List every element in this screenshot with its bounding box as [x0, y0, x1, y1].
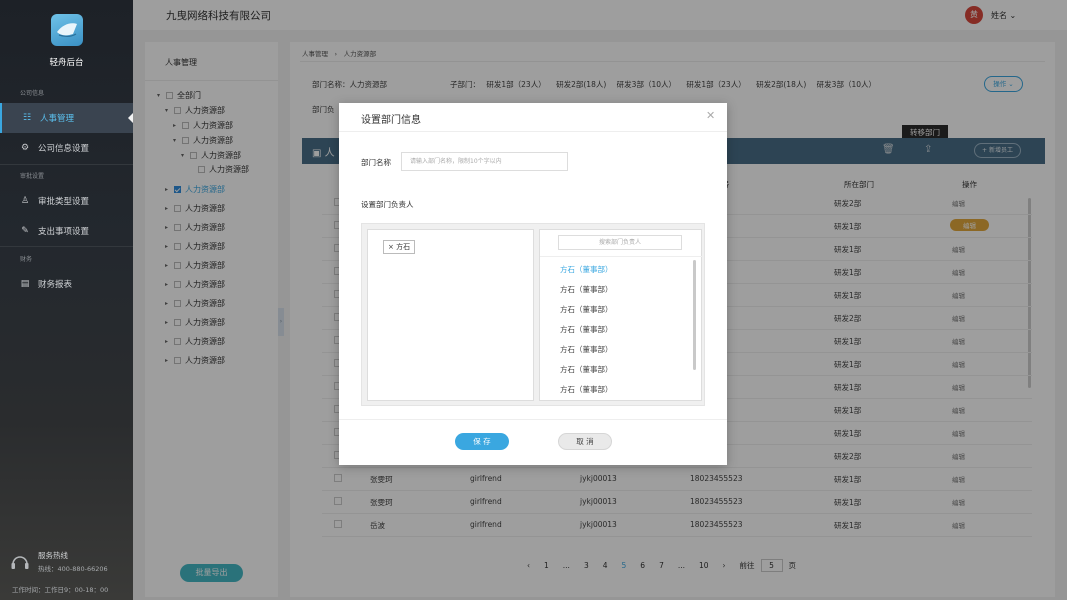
sidebar-item-approval-types[interactable]: ♙ 审批类型设置 [0, 186, 133, 216]
hotline-number: 热线：400-880-66206 [38, 565, 108, 573]
sidebar-item-label: 财务报表 [38, 280, 73, 290]
gear-icon: ⚙ [20, 143, 30, 153]
work-hours: 工作时间：工作日9：00-18：00 [12, 586, 109, 594]
dialog-title: 设置部门信息 [361, 115, 421, 126]
dept-name-label: 部门名称 [361, 158, 391, 167]
report-icon: ▤ [20, 279, 30, 289]
app-name: 轻舟后台 [49, 58, 84, 68]
divider [0, 246, 133, 247]
edit-icon: ✎ [21, 226, 29, 236]
people-icon: ☷ [22, 113, 32, 123]
remove-icon[interactable]: × [388, 243, 394, 251]
user-icon: ♙ [20, 196, 30, 206]
divider [0, 164, 133, 165]
service-hotline: 服务热线 热线：400-880-66206 [10, 550, 108, 573]
candidate-item[interactable]: 方石（董事部） [560, 284, 613, 295]
selected-tag[interactable]: × 方石 [383, 240, 416, 254]
save-button[interactable]: 保 存 [455, 433, 509, 450]
candidate-item[interactable]: 方石（董事部） [560, 364, 613, 375]
hotline-title: 服务热线 [38, 551, 68, 560]
dept-name-input[interactable]: 请输入部门名称，限制10个字以内 [401, 152, 568, 171]
candidate-item[interactable]: 方石（董事部） [560, 324, 613, 335]
sidebar-item-company-settings[interactable]: ⚙ 公司信息设置 [0, 133, 133, 163]
section-label: 财务 [20, 256, 33, 263]
sidebar-item-label: 人事管理 [40, 114, 75, 124]
divider [339, 419, 727, 420]
divider [540, 256, 703, 257]
head-search-input[interactable]: 搜索部门负责人 [558, 235, 682, 250]
candidate-item[interactable]: 方石（董事部） [560, 264, 613, 275]
selected-panel: × 方石 [367, 229, 534, 401]
selected-tag-label: 方石 [396, 243, 411, 251]
headset-icon [11, 555, 29, 569]
sidebar-item-expense-items[interactable]: ✎ 支出事项设置 [0, 216, 133, 246]
candidate-panel: 搜索部门负责人 方石（董事部） 方石（董事部） 方石（董事部） 方石（董事部） … [539, 229, 703, 401]
dept-head-label: 设置部门负责人 [361, 200, 414, 209]
sidebar-item-label: 支出事项设置 [38, 227, 90, 237]
sidebar-item-label: 公司信息设置 [38, 144, 90, 154]
head-transfer: × 方石 搜索部门负责人 方石（董事部） 方石（董事部） 方石（董事部） 方石（… [361, 223, 705, 406]
section-label: 审批设置 [20, 173, 45, 180]
candidate-item[interactable]: 方石（董事部） [560, 304, 613, 315]
scrollbar[interactable] [693, 260, 696, 370]
divider [339, 131, 727, 132]
cancel-button[interactable]: 取 消 [558, 433, 612, 450]
section-label: 公司信息 [20, 90, 45, 97]
sidebar-item-hr[interactable]: ☷ 人事管理 [0, 103, 133, 133]
sidebar: 轻舟后台 公司信息 ☷ 人事管理 ⚙ 公司信息设置 审批设置 ♙ 审批类型设置 ✎ 支出… [0, 0, 133, 600]
sidebar-item-label: 审批类型设置 [38, 197, 90, 207]
candidate-item[interactable]: 方石（董事部） [560, 344, 613, 355]
close-icon[interactable]: ✕ [706, 109, 715, 122]
candidate-item[interactable]: 方石（董事部） [560, 384, 613, 395]
dept-info-dialog: 设置部门信息 ✕ 部门名称 请输入部门名称，限制10个字以内 设置部门负责人 ×… [339, 103, 727, 465]
sidebar-item-financial-reports[interactable]: ▤ 财务报表 [0, 269, 133, 299]
app-logo [51, 14, 83, 46]
